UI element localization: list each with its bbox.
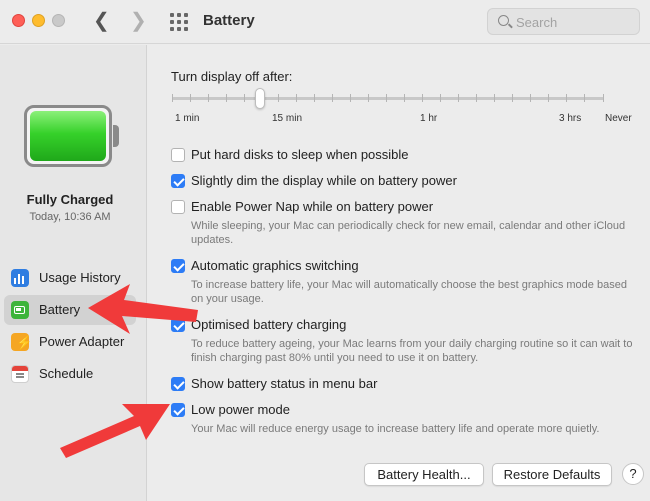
option-description: To increase battery life, your Mac will …	[191, 279, 627, 305]
slider-tick	[314, 94, 315, 102]
slider-tick	[190, 94, 191, 102]
search-icon	[498, 15, 509, 26]
schedule-icon	[11, 365, 29, 383]
slider-tick	[422, 94, 423, 102]
battery-status-time: Today, 10:36 AM	[29, 211, 111, 223]
option-label: Show battery status in menu bar	[191, 376, 378, 391]
slider-tick	[332, 94, 333, 102]
close-window-button[interactable]	[12, 14, 25, 27]
battery-terminal	[113, 125, 119, 147]
window-title: Battery	[203, 12, 255, 29]
battery-status-icon	[24, 105, 112, 167]
main-panel: Turn display off after: 1 min 15 min 1 h…	[148, 45, 650, 501]
option-label: Low power mode	[191, 402, 290, 417]
optimised-charging-checkbox[interactable]	[171, 318, 185, 332]
help-button[interactable]: ?	[622, 463, 644, 485]
slider-tick	[350, 94, 351, 102]
usage-history-icon	[11, 269, 29, 287]
slider-tick	[368, 94, 369, 102]
option-description: Your Mac will reduce energy usage to inc…	[191, 423, 600, 435]
low-power-mode-checkbox[interactable]	[171, 403, 185, 417]
show-all-grid-icon[interactable]	[170, 13, 188, 31]
slider-tick	[404, 94, 405, 102]
restore-defaults-button[interactable]: Restore Defaults	[492, 463, 612, 486]
sidebar-item-label: Power Adapter	[39, 334, 125, 349]
slider-tick-label: Never	[605, 113, 632, 124]
display-off-slider-track[interactable]	[172, 97, 604, 100]
option-label: Put hard disks to sleep when possible	[191, 147, 409, 162]
sidebar-item-label: Battery	[39, 302, 81, 317]
slider-tick	[476, 94, 477, 102]
sidebar-item-schedule[interactable]: Schedule	[4, 359, 136, 389]
slider-tick	[512, 94, 513, 102]
search-box[interactable]	[487, 8, 640, 35]
slider-tick	[208, 94, 209, 102]
sidebar-item-power-adapter[interactable]: ⚡ Power Adapter	[4, 327, 136, 357]
hard-disk-sleep-checkbox[interactable]	[171, 148, 185, 162]
power-nap-checkbox[interactable]	[171, 200, 185, 214]
slider-tick	[458, 94, 459, 102]
zoom-window-button[interactable]	[52, 14, 65, 27]
slider-tick	[244, 94, 245, 102]
slider-tick	[548, 94, 549, 102]
slider-tick	[278, 94, 279, 102]
graphics-switching-checkbox[interactable]	[171, 259, 185, 273]
slider-tick	[603, 94, 604, 102]
sidebar-item-battery[interactable]: Battery	[4, 295, 136, 325]
slider-tick-label: 15 min	[272, 113, 303, 124]
sidebar: Fully Charged Today, 10:36 AM Usage Hist…	[0, 45, 147, 501]
option-label: Slightly dim the display while on batter…	[191, 173, 457, 188]
battery-status-title: Fully Charged	[26, 192, 114, 207]
option-description: To reduce battery ageing, your Mac learn…	[191, 338, 633, 364]
battery-health-button[interactable]: Battery Health...	[364, 463, 484, 486]
slider-tick	[296, 94, 297, 102]
slider-tick	[584, 94, 585, 102]
menu-bar-status-checkbox[interactable]	[171, 377, 185, 391]
title-bar: ❮ ❯ Battery	[0, 0, 650, 44]
slider-tick	[226, 94, 227, 102]
sidebar-item-label: Usage History	[39, 270, 121, 285]
slider-tick-label: 1 min	[175, 113, 200, 124]
slider-tick	[530, 94, 531, 102]
back-chevron-icon[interactable]: ❮	[93, 10, 110, 32]
slider-tick-label: 3 hrs	[559, 113, 582, 124]
minimize-window-button[interactable]	[32, 14, 45, 27]
slider-tick	[440, 94, 441, 102]
slider-tick	[386, 94, 387, 102]
option-label: Optimised battery charging	[191, 317, 347, 332]
display-off-slider-thumb[interactable]	[255, 88, 265, 109]
display-off-label: Turn display off after:	[171, 69, 293, 84]
slider-tick	[172, 94, 173, 102]
slider-tick-label: 1 hr	[420, 113, 438, 124]
option-label: Automatic graphics switching	[191, 258, 359, 273]
forward-chevron-icon[interactable]: ❯	[130, 10, 147, 32]
slider-tick	[566, 94, 567, 102]
power-adapter-icon: ⚡	[11, 333, 32, 351]
slider-tick	[494, 94, 495, 102]
search-input[interactable]	[516, 13, 631, 31]
sidebar-item-label: Schedule	[39, 366, 94, 381]
dim-display-checkbox[interactable]	[171, 174, 185, 188]
sidebar-item-usage-history[interactable]: Usage History	[4, 263, 136, 293]
battery-icon	[11, 301, 29, 319]
option-label: Enable Power Nap while on battery power	[191, 199, 434, 214]
option-description: While sleeping, your Mac can periodicall…	[191, 220, 626, 246]
